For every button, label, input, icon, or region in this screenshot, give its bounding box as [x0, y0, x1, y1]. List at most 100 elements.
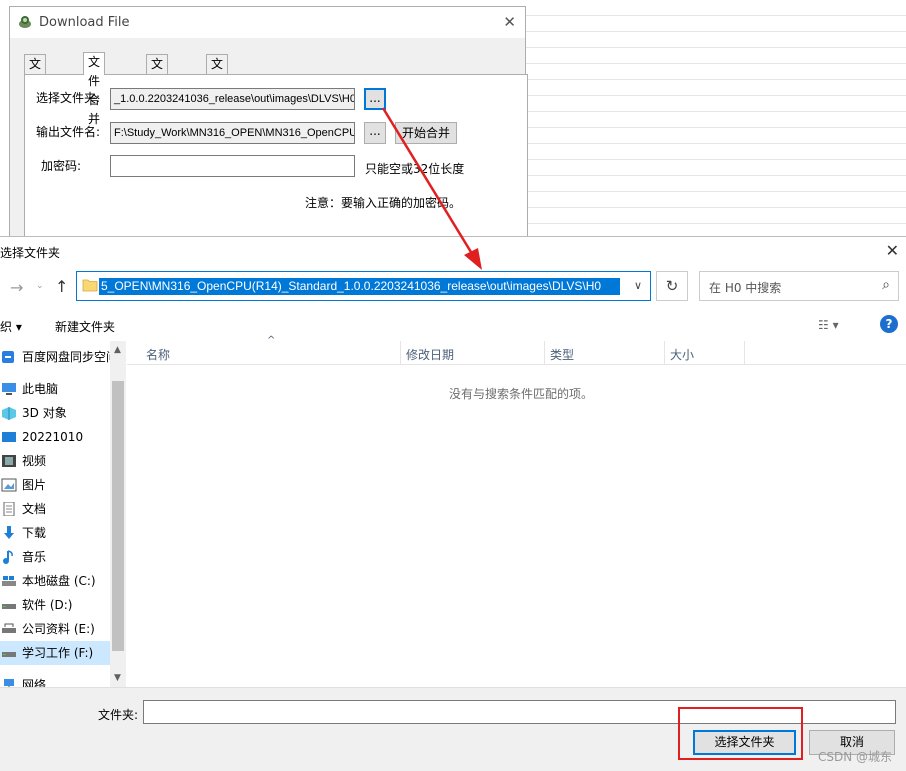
folder-picker-dialog: 选择文件夹 ✕ → ⌄ ↑ 5_OPEN\MN316_OpenCPU(R14)_…	[0, 236, 906, 771]
close-icon[interactable]: ✕	[886, 241, 899, 260]
nav-item-label: 20221010	[22, 430, 84, 444]
drive-c-icon	[2, 576, 16, 586]
pictures-icon	[1, 478, 17, 492]
nav-item-pictures[interactable]: 图片	[0, 473, 110, 497]
nav-item-downloads[interactable]: 下载	[0, 521, 110, 545]
nav-item-label: 学习工作 (F:)	[22, 646, 94, 660]
nav-item-label: 软件 (D:)	[22, 598, 73, 612]
scrollbar-thumb[interactable]	[112, 381, 124, 651]
column-type[interactable]: 类型	[550, 346, 574, 363]
browse-folder-button[interactable]: ...	[364, 88, 386, 110]
drive-d-icon	[2, 604, 16, 609]
new-folder-button[interactable]: 新建文件夹	[55, 318, 115, 335]
download-dialog-title: Download File	[39, 15, 130, 30]
close-icon[interactable]: ✕	[503, 13, 516, 31]
tab-file-diff[interactable]: 文件差分	[206, 54, 229, 128]
column-name[interactable]: 名称	[146, 346, 170, 363]
address-bar[interactable]: 5_OPEN\MN316_OpenCPU(R14)_Standard_1.0.0…	[76, 271, 651, 301]
nav-item-label: 此电脑	[22, 382, 59, 396]
organize-menu[interactable]: 织 ▾	[0, 318, 22, 335]
chevron-down-icon[interactable]: ∨	[634, 279, 642, 292]
download-icon	[4, 526, 14, 539]
video-icon	[2, 455, 16, 467]
drive-e-icon	[2, 623, 16, 633]
nav-item-drive-d[interactable]: 软件 (D:)	[0, 593, 110, 617]
documents-icon	[3, 502, 15, 516]
column-divider[interactable]	[664, 341, 665, 365]
nav-item-label: 3D 对象	[22, 406, 67, 420]
nav-item-drive-e[interactable]: 公司资料 (E:)	[0, 617, 110, 641]
back-arrow-icon[interactable]: →	[10, 278, 23, 297]
watermark: CSDN @城东	[817, 750, 892, 764]
command-toolbar: 织 ▾ 新建文件夹 ☷ ▾ ?	[0, 311, 906, 339]
column-header: 名称 ^ 修改日期 类型 大小	[127, 335, 906, 365]
recent-dropdown-icon[interactable]: ⌄	[36, 281, 44, 291]
this-pc-icon	[2, 383, 16, 395]
download-file-dialog: Download File ✕ 文件下载 文件合并 文件拆分 文件差分 选择文件…	[9, 6, 528, 244]
nav-item-label: 公司资料 (E:)	[22, 622, 95, 636]
annotation-highlight-box	[678, 707, 803, 760]
background-grid	[526, 0, 906, 236]
nav-item-label: 音乐	[22, 550, 47, 564]
nav-item-documents[interactable]: 文档	[0, 497, 110, 521]
column-divider[interactable]	[544, 341, 545, 365]
nav-item-music[interactable]: 音乐	[0, 545, 110, 569]
desktop-icon	[2, 432, 16, 442]
baidu-sync-icon	[2, 351, 14, 363]
note-text: 注意：要输入正确的加密码。	[305, 196, 462, 210]
sort-chevron-icon: ^	[267, 335, 276, 346]
column-modified[interactable]: 修改日期	[406, 346, 454, 363]
nav-item-label: 图片	[22, 478, 47, 492]
nav-item-network[interactable]: 网络	[0, 673, 110, 687]
music-icon	[3, 550, 13, 564]
nav-scrollbar[interactable]: ▲ ▼	[110, 341, 126, 687]
refresh-icon: ↻	[665, 277, 679, 295]
picker-title: 选择文件夹	[0, 246, 61, 260]
tab-file-split[interactable]: 文件拆分	[146, 54, 169, 128]
scroll-up-icon[interactable]: ▲	[114, 345, 121, 355]
folder-field-label: 文件夹:	[98, 708, 139, 722]
password-label: 加密码:	[41, 159, 82, 173]
output-file-field[interactable]: F:\Study_Work\MN316_OPEN\MN316_OpenCPU(R	[110, 122, 355, 144]
download-dialog-titlebar: Download File ✕	[10, 7, 525, 38]
navigation-pane: 百度网盘同步空间 此电脑 3D 对象 20221010 视频 图片 文档 下载	[0, 341, 110, 687]
nav-item-label: 文档	[22, 502, 47, 516]
app-icon	[19, 16, 31, 28]
nav-item-drive-f[interactable]: 学习工作 (F:)	[0, 641, 110, 665]
search-input[interactable]: 在 H0 中搜索	[709, 279, 781, 296]
nav-item-label: 本地磁盘 (C:)	[22, 574, 96, 588]
help-icon[interactable]: ?	[880, 315, 898, 333]
nav-item-videos[interactable]: 视频	[0, 449, 110, 473]
drive-f-icon	[2, 652, 16, 657]
tab-file-download[interactable]: 文件下载	[24, 54, 47, 128]
nav-item-label: 视频	[22, 454, 47, 468]
view-options-icon[interactable]: ☷ ▾	[818, 318, 839, 332]
column-divider[interactable]	[744, 341, 745, 365]
scroll-down-icon[interactable]: ▼	[114, 673, 121, 683]
refresh-button[interactable]: ↻	[656, 271, 688, 301]
tab-file-merge[interactable]: 文件合并	[83, 52, 106, 126]
network-icon	[4, 679, 14, 687]
nav-item-drive-c[interactable]: 本地磁盘 (C:)	[0, 569, 110, 593]
search-icon[interactable]: ⌕	[882, 277, 890, 293]
column-divider[interactable]	[400, 341, 401, 365]
nav-item-label: 下载	[22, 526, 47, 540]
browse-output-button[interactable]: ...	[364, 122, 386, 144]
up-arrow-icon[interactable]: ↑	[55, 277, 68, 296]
start-merge-button[interactable]: 开始合并	[395, 122, 457, 144]
nav-item-this-pc[interactable]: 此电脑	[0, 377, 110, 401]
nav-item-label: 网络	[22, 678, 47, 687]
nav-item-label: 百度网盘同步空间	[22, 350, 110, 364]
password-field[interactable]	[110, 155, 355, 177]
nav-item-desktop[interactable]: 20221010	[0, 425, 110, 449]
empty-message: 没有与搜索条件匹配的项。	[449, 387, 594, 401]
column-size[interactable]: 大小	[670, 346, 694, 363]
picker-titlebar: 选择文件夹 ✕	[0, 237, 906, 267]
3d-objects-icon	[2, 407, 16, 420]
password-hint: 只能空或32位长度	[365, 162, 465, 176]
search-box[interactable]: 在 H0 中搜索 ⌕	[699, 271, 899, 301]
folder-path-field[interactable]: _1.0.0.2203241036_release\out\images\DLV…	[110, 88, 355, 110]
nav-item-3d-objects[interactable]: 3D 对象	[0, 401, 110, 425]
address-path[interactable]: 5_OPEN\MN316_OpenCPU(R14)_Standard_1.0.0…	[99, 278, 620, 295]
nav-item-baidu-sync[interactable]: 百度网盘同步空间	[0, 345, 110, 369]
